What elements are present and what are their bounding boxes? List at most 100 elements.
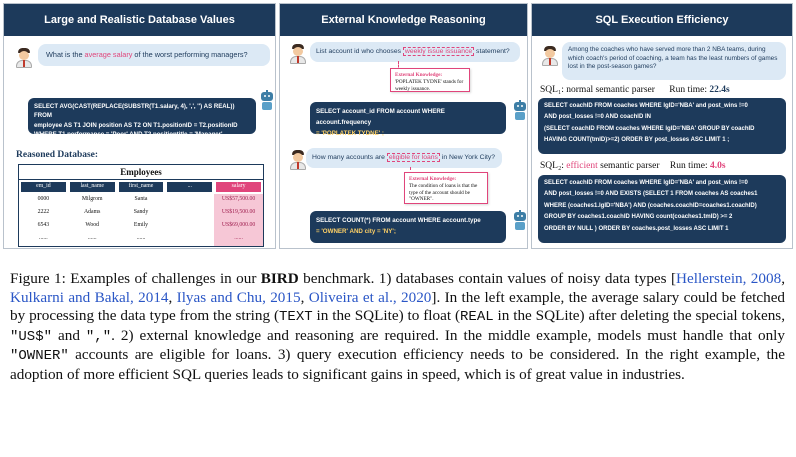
table-cell-salary: ...... (214, 233, 263, 246)
question-text: statement? (474, 48, 510, 55)
table-header-row: em_id last_name first_name ... salary (19, 180, 263, 194)
question-text: of the worst performing managers? (132, 50, 248, 59)
sql-query-box: SELECT COUNT(*) FROM account WHERE accou… (310, 211, 506, 243)
panel-external-knowledge: External Knowledge Reasoning List accoun… (279, 3, 528, 249)
panel-sql-efficiency: SQL Execution Efficiency Among the coach… (531, 3, 793, 249)
sql2-header: SQL₂: efficient semantic parser Run time… (540, 161, 726, 171)
highlight-text: weekly issue issuance (402, 47, 475, 56)
robot-icon (512, 210, 527, 230)
sql2-label: semantic parser (597, 161, 660, 171)
sql1-label: SQL₁: normal semantic parser (540, 85, 655, 95)
table-cell: Santa (134, 196, 148, 202)
caption-code: "US$" (10, 328, 53, 345)
question-text: What is the (46, 50, 85, 59)
table-cell: Wood (85, 222, 100, 228)
sql2-label: SQL₂: (540, 161, 567, 171)
question-bubble: How many accounts are eligible for loans… (306, 148, 502, 168)
user-avatar-icon (542, 46, 558, 66)
table-cell: 0000 (37, 196, 50, 202)
question-text: How many accounts are (312, 154, 387, 161)
table-row: ...... ...... ...... ...... (19, 233, 263, 246)
runtime-label: Run time: (669, 85, 710, 95)
table-row: 2222 Adams Sandy US$19,500.00 (19, 207, 263, 220)
column-header: last_name (69, 182, 115, 192)
caption-text: and (52, 326, 86, 344)
sql-line: AND post_losses !=0 AND coachID IN (544, 114, 651, 121)
table-row: 0000 Milgrom Santa US$57,500.00 (19, 194, 263, 207)
citation-link[interactable]: Oliveira et al., 2020 (309, 289, 432, 306)
caption-text: accounts are eligible for loans. 3) quer… (10, 346, 785, 383)
sql-line: employee AS T1 JOIN position AS T2 ON T1… (34, 121, 238, 129)
question-bubble: List account id who chooses weekly issue… (310, 42, 520, 62)
sql-line: AND post_losses !=0 AND EXISTS (SELECT 1… (544, 191, 758, 198)
user-avatar-icon (16, 48, 32, 68)
runtime-value: 4.0s (710, 161, 726, 171)
caption-code: TEXT (279, 309, 313, 326)
sql-query-box: SELECT coachID FROM coaches WHERE lgID='… (538, 175, 786, 243)
table-cell (165, 207, 214, 220)
column-header: em_id (21, 182, 66, 192)
citation-link[interactable]: Kulkarni and Bakal, 2014 (10, 289, 169, 306)
sql-line: (SELECT coachID FROM coaches WHERE lgID=… (544, 125, 755, 132)
external-knowledge-note: External Knowledge: 'POPLATEK TYDNE' sta… (390, 68, 470, 92)
caption-text: in the SQLite) after deleting the specia… (493, 307, 785, 325)
table-cell (165, 233, 214, 246)
question-bubble: Among the coaches who have served more t… (562, 42, 786, 80)
robot-icon (512, 100, 527, 120)
sql-line: HAVING COUNT(tmID)>=2) ORDER BY post_los… (544, 137, 730, 144)
table-cell: Emily (133, 222, 149, 228)
sql-line: = 'POPLATEK TYDNE' ; (316, 130, 384, 138)
question-text: List account id who chooses (316, 48, 403, 55)
table-cell: ...... (87, 235, 97, 241)
panel-title: Large and Realistic Database Values (4, 4, 275, 36)
sql-line: GROUP BY coaches1.coachID HAVING count(c… (544, 214, 733, 221)
column-header: first_name (118, 182, 164, 192)
runtime-value: 22.4s (709, 85, 730, 95)
column-header-salary: salary (216, 182, 261, 192)
caption-code: "," (85, 328, 112, 345)
sql-line: SELECT coachID FROM coaches WHERE lgID='… (544, 103, 748, 109)
caption-bold: BIRD (260, 270, 299, 287)
table-cell: ...... (39, 235, 48, 241)
table-cell: Adams (83, 209, 101, 215)
table-cell: Milgrom (81, 196, 103, 202)
sql1-header: SQL₁: normal semantic parser Run time: 2… (540, 85, 730, 95)
table-cell: 2222 (37, 209, 50, 215)
panel-title: SQL Execution Efficiency (532, 4, 792, 36)
table-cell-salary: US$19,500.00 (214, 207, 263, 220)
caption-text: in the SQLite) to float ( (312, 307, 461, 325)
reasoned-database-label: Reasoned Database: (16, 150, 99, 160)
sql-line: SELECT AVG(CAST(REPLACE(SUBSTR(T1.salary… (34, 103, 235, 120)
table-cell: 6543 (37, 222, 50, 228)
panel-database-values: Large and Realistic Database Values What… (3, 3, 276, 249)
caption-text: Figure 1: Examples of challenges in our (10, 270, 261, 287)
panel-title: External Knowledge Reasoning (280, 4, 527, 36)
user-avatar-icon (290, 150, 306, 170)
sql-query-box: SELECT account_id FROM account WHERE acc… (310, 102, 506, 137)
knowledge-title: External Knowledge: (395, 72, 443, 78)
robot-icon (259, 90, 275, 110)
question-text: in New York City? (439, 154, 496, 161)
sql-line: SELECT coachID FROM coaches WHERE lgID='… (544, 180, 748, 186)
sql-line: SELECT account_id FROM account WHERE acc… (316, 108, 445, 127)
sql-line: WHERE (coaches1.lgID='NBA') AND (coaches… (544, 202, 757, 209)
sql-line: SELECT COUNT(*) FROM account WHERE accou… (316, 217, 481, 224)
employees-table: Employees em_id last_name first_name ...… (18, 164, 264, 247)
table-cell: ...... (136, 235, 146, 241)
highlight-text: eligible for loans (386, 153, 440, 162)
table-cell-salary: US$69,000.00 (214, 220, 263, 233)
citation-link[interactable]: Ilyas and Chu, 2015 (177, 289, 301, 306)
table-name: Employees (19, 165, 263, 180)
question-bubble: What is the average salary of the worst … (38, 44, 270, 66)
sql-query-box: SELECT AVG(CAST(REPLACE(SUBSTR(T1.salary… (28, 98, 256, 138)
figure-1: Large and Realistic Database Values What… (3, 3, 793, 249)
citation-link[interactable]: Hellerstein, 2008 (676, 270, 781, 287)
caption-code: REAL (460, 309, 494, 326)
knowledge-text: 'POPLATEK TYDNE' stands for weekly issua… (395, 78, 464, 92)
sql-line: ORDER BY NULL ) ORDER BY coaches.post_lo… (544, 225, 729, 232)
runtime-label: Run time: (669, 161, 710, 171)
table-row: 6543 Wood Emily US$69,000.00 (19, 220, 263, 233)
knowledge-text: The condition of loans is that the type … (409, 182, 478, 203)
highlight-text: average salary (84, 50, 133, 59)
sql-line: = 'OWNER' AND city = 'NY'; (316, 228, 396, 236)
